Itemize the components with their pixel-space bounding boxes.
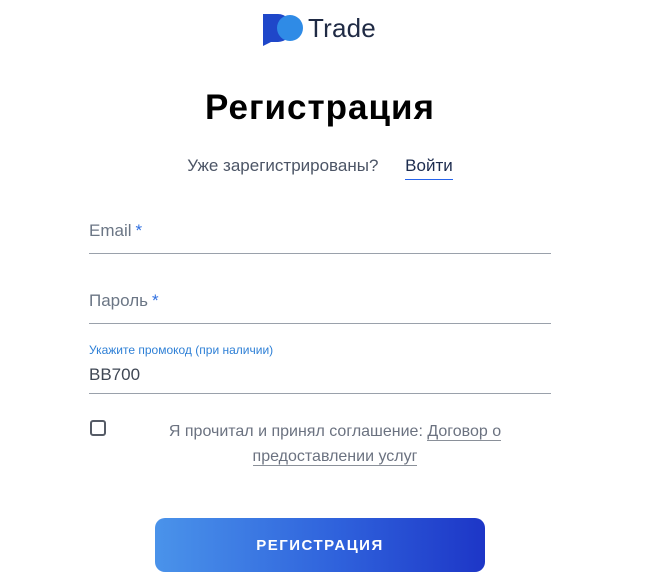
page-title: Регистрация	[205, 88, 435, 127]
password-field[interactable]: Пароль *	[89, 282, 551, 324]
register-button[interactable]: РЕГИСТРАЦИЯ	[155, 518, 485, 572]
email-label: Email *	[89, 220, 142, 242]
promo-code-field[interactable]: Укажите промокод (при наличии) BB700	[89, 340, 551, 394]
email-label-text: Email	[89, 221, 132, 240]
logo-text: Trade	[308, 13, 376, 43]
logo-mark-icon	[263, 14, 303, 46]
email-field[interactable]: Email *	[89, 212, 551, 254]
agreement-label: Я прочитал и принял соглашение:	[168, 423, 423, 440]
login-link[interactable]: Войти	[405, 154, 453, 180]
login-question: Уже зарегистрированы?	[187, 156, 379, 175]
email-required-mark: *	[135, 221, 143, 240]
password-label-text: Пароль	[89, 291, 148, 310]
password-required-mark: *	[152, 291, 159, 310]
promo-code-caption: Укажите промокод (при наличии)	[89, 343, 274, 357]
login-prompt: Уже зарегистрированы? Войти	[0, 154, 640, 180]
agreement-text: Я прочитал и принял соглашение: Договор …	[120, 419, 550, 469]
logo[interactable]: Trade	[262, 10, 376, 46]
registration-page: Trade Регистрация Уже зарегистрированы? …	[0, 0, 646, 585]
agreement-checkbox[interactable]	[90, 420, 106, 436]
password-label: Пароль *	[89, 290, 159, 312]
promo-code-value: BB700	[89, 365, 141, 384]
